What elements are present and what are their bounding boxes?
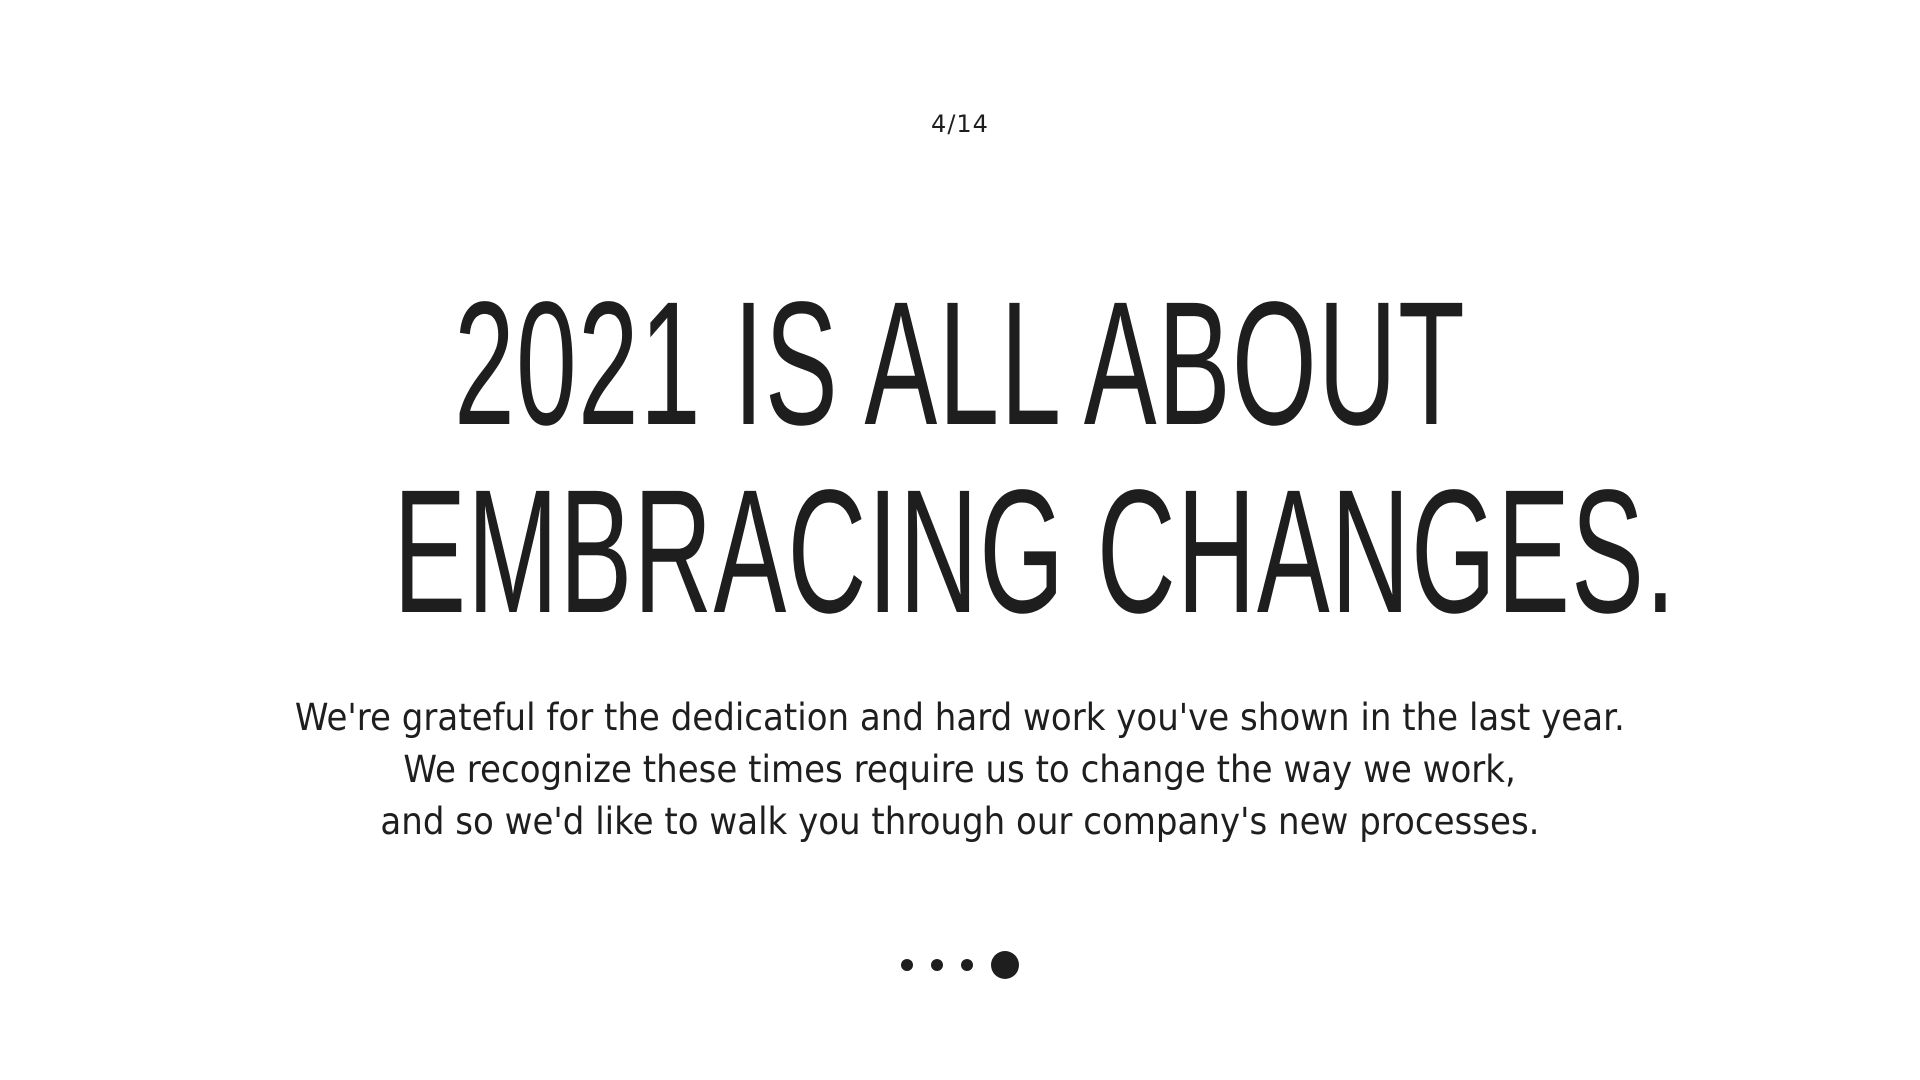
headline-line-2: EMBRACING CHANGES.: [0, 458, 1920, 646]
body-line-2: We recognize these times require us to c…: [0, 744, 1920, 796]
headline: 2021 IS ALL ABOUT EMBRACING CHANGES.: [0, 270, 1920, 646]
body-line-2-text: We recognize these times require us to c…: [403, 748, 1517, 791]
pager-dot-1[interactable]: [901, 959, 913, 971]
headline-line-1: 2021 IS ALL ABOUT: [0, 270, 1920, 458]
pager-dot-2[interactable]: [931, 959, 943, 971]
headline-line-2-text: EMBRACING CHANGES.: [393, 454, 1677, 650]
pager-dot-3[interactable]: [961, 959, 973, 971]
body-line-3: and so we'd like to walk you through our…: [0, 796, 1920, 848]
slide: 4/14 2021 IS ALL ABOUT EMBRACING CHANGES…: [0, 0, 1920, 1080]
body-text: We're grateful for the dedication and ha…: [0, 692, 1920, 848]
page-counter: 4/14: [931, 110, 989, 138]
body-line-1-text: We're grateful for the dedication and ha…: [295, 696, 1625, 739]
pager-dot-4-active[interactable]: [991, 951, 1019, 979]
headline-line-1-text: 2021 IS ALL ABOUT: [454, 266, 1466, 462]
body-line-1: We're grateful for the dedication and ha…: [0, 692, 1920, 744]
slide-pager: [0, 950, 1920, 980]
body-line-3-text: and so we'd like to walk you through our…: [380, 800, 1540, 843]
